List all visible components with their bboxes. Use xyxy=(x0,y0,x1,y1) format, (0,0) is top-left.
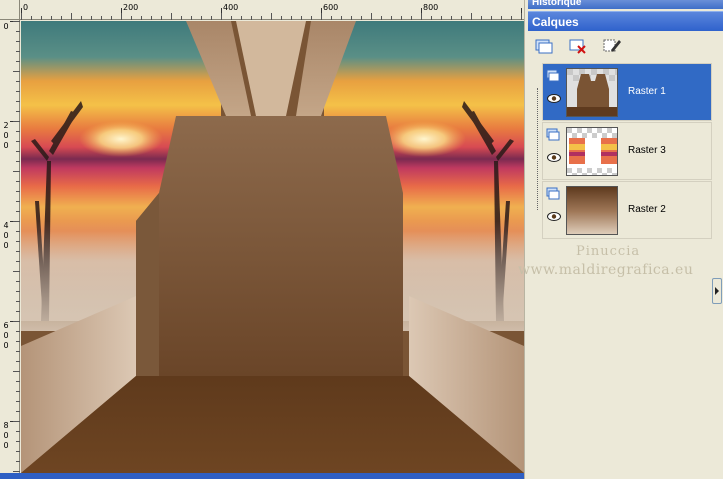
layers-panel-title[interactable]: Calques xyxy=(528,11,723,31)
layer-type-icon xyxy=(546,128,560,141)
horizontal-ruler-ticks xyxy=(21,8,522,20)
layer-type-icon xyxy=(546,69,560,82)
ruler-label-v800-b: 0 xyxy=(3,431,9,440)
ruler-label-0: 0 xyxy=(23,3,29,12)
delete-layer-button[interactable] xyxy=(566,35,588,55)
layer-properties-icon xyxy=(603,39,621,52)
visibility-eye-icon[interactable] xyxy=(547,212,561,221)
new-layer-group-icon xyxy=(535,39,553,54)
ruler-label-v400-c: 0 xyxy=(3,241,9,250)
layer-row-raster-2[interactable]: Raster 2 xyxy=(542,181,712,239)
layer-type-icon xyxy=(546,187,560,200)
right-sun xyxy=(382,121,466,157)
ruler-label-800: 800 xyxy=(423,3,439,12)
watermark-line-2: www.maldiregrafica.eu xyxy=(518,262,694,278)
layers-toolbar xyxy=(528,31,723,59)
thumbnail-raster-3-image xyxy=(567,128,617,175)
history-panel-title[interactable]: Historique xyxy=(528,0,723,9)
layer-tree-line xyxy=(537,88,538,210)
delete-layer-icon xyxy=(569,39,586,54)
panel-scroll-button[interactable] xyxy=(712,278,722,304)
visibility-eye-icon[interactable] xyxy=(547,94,561,103)
ruler-label-v600-c: 0 xyxy=(3,341,9,350)
layers-list: Raster 1 Raster 3 Raster 2 xyxy=(542,59,712,239)
ruler-label-v400-a: 4 xyxy=(3,221,9,230)
layers-panel: Historique Calques Raster 1 Raster 3 Ras… xyxy=(518,0,723,479)
ruler-label-v0: 0 xyxy=(3,22,9,31)
watermark-line-1: Pinuccia xyxy=(576,244,641,259)
ruler-label-v800-a: 8 xyxy=(3,421,9,430)
ruler-label-v800-c: 0 xyxy=(3,441,9,450)
layer-thumbnail-raster-2 xyxy=(566,186,618,235)
layer-row-raster-3[interactable]: Raster 3 xyxy=(542,122,712,180)
vertical-ruler: 0 2 0 0 4 0 0 6 0 0 8 0 0 xyxy=(0,20,20,475)
horizontal-scrollbar[interactable] xyxy=(0,473,524,479)
ruler-label-v200-a: 2 xyxy=(3,121,9,130)
layer-name-raster-1: Raster 1 xyxy=(628,86,666,97)
ruler-corner xyxy=(0,0,20,20)
image-canvas[interactable] xyxy=(21,21,524,473)
ruler-label-v400-b: 0 xyxy=(3,231,9,240)
ruler-label-600: 600 xyxy=(323,3,339,12)
ruler-label-v600-b: 0 xyxy=(3,331,9,340)
central-box-left-face xyxy=(136,193,159,376)
layer-properties-button[interactable] xyxy=(600,35,622,55)
layer-thumbnail-raster-3 xyxy=(566,127,618,176)
ruler-label-200: 200 xyxy=(123,3,139,12)
central-box xyxy=(136,116,403,376)
ruler-label-v200-b: 0 xyxy=(3,131,9,140)
ruler-label-v600-a: 6 xyxy=(3,321,9,330)
horizontal-ruler: 0 200 400 600 800 xyxy=(0,0,524,20)
app-window: 0 200 400 600 800 0 2 0 0 4 0 0 6 0 0 8 … xyxy=(0,0,723,479)
layer-row-raster-1[interactable]: Raster 1 xyxy=(542,63,712,121)
ruler-label-400: 400 xyxy=(223,3,239,12)
layer-thumbnail-raster-1 xyxy=(566,68,618,117)
layer-name-raster-2: Raster 2 xyxy=(628,204,666,215)
thumbnail-raster-1-image xyxy=(567,69,617,116)
ruler-label-v200-c: 0 xyxy=(3,141,9,150)
layer-name-raster-3: Raster 3 xyxy=(628,145,666,156)
thumbnail-raster-2-image xyxy=(567,187,617,234)
left-sun xyxy=(79,121,163,157)
visibility-eye-icon[interactable] xyxy=(547,153,561,162)
new-layer-group-button[interactable] xyxy=(532,35,554,55)
canvas-artwork xyxy=(21,21,524,473)
chevron-right-icon xyxy=(715,287,719,295)
